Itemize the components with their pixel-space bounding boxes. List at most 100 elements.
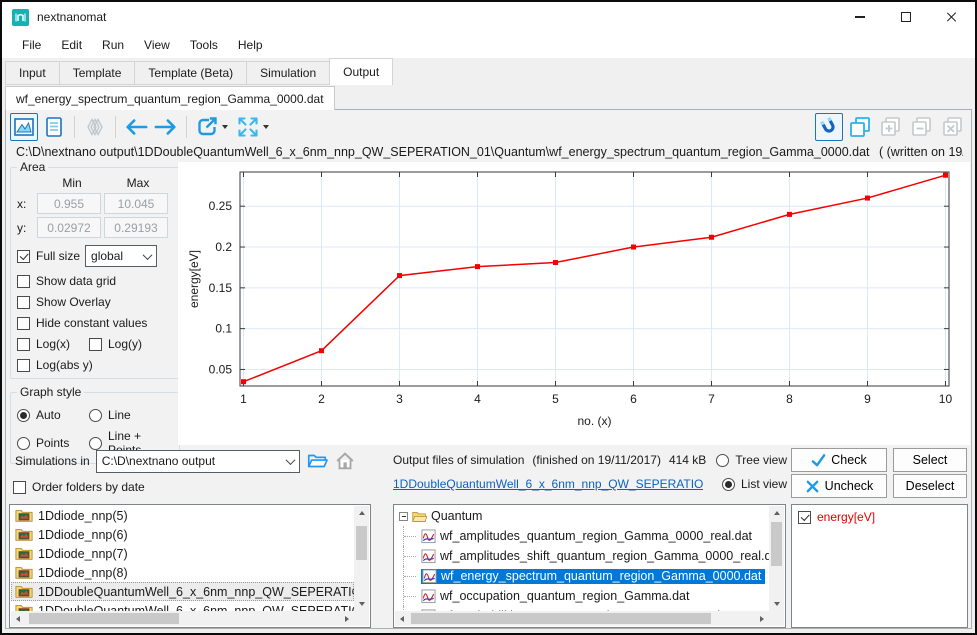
scroll-down-icon[interactable]: [769, 597, 784, 611]
dropdown-caret-icon[interactable]: [222, 125, 228, 129]
checkbox-show-overlay[interactable]: Show Overlay: [17, 295, 111, 309]
folder-name: 1Ddiode_nnp(7): [38, 547, 128, 561]
deselect-button[interactable]: Deselect: [893, 474, 967, 498]
vertical-scrollbar[interactable]: [354, 506, 369, 611]
next-file-button[interactable]: [152, 113, 180, 141]
toolbar: [10, 112, 967, 142]
order-folders-checkbox[interactable]: Order folders by date: [13, 480, 145, 494]
snap-button[interactable]: [815, 113, 843, 141]
scroll-thumb[interactable]: [356, 526, 367, 560]
chart-file-icon: [422, 569, 437, 584]
series-item[interactable]: energy[eV]: [793, 506, 966, 526]
tab-output[interactable]: Output: [329, 58, 393, 85]
menu-file[interactable]: File: [12, 34, 51, 56]
full-size-select[interactable]: global: [85, 245, 157, 267]
horizontal-scrollbar[interactable]: [395, 611, 769, 626]
y-max-input[interactable]: [104, 217, 168, 238]
tab-input[interactable]: Input: [5, 61, 59, 85]
tab-template-beta[interactable]: Template (Beta): [134, 61, 246, 85]
full-size-checkbox[interactable]: Full size: [17, 249, 80, 263]
scroll-down-icon[interactable]: [354, 597, 369, 611]
file-name: wf_amplitudes_quantum_region_Gamma_0000_…: [440, 529, 752, 543]
tree-expander[interactable]: [399, 512, 408, 521]
full-size-value: global: [91, 249, 123, 263]
arrow-left-icon: [124, 115, 148, 139]
folder-item[interactable]: 1DDoubleQuantumWell_6_x_6nm_nnp_QW_SEPER…: [11, 601, 354, 611]
svg-text:7: 7: [708, 392, 715, 406]
output-file-tree[interactable]: Quantum wf_amplitudes_quantum_region_Gamm…: [393, 504, 786, 628]
list-view-radio[interactable]: List view: [722, 477, 787, 491]
maximize-button[interactable]: [883, 2, 929, 32]
scroll-up-icon[interactable]: [769, 506, 784, 520]
tree-file-row[interactable]: wf_occupation_quantum_region_Gamma.dat: [395, 586, 769, 606]
simulation-folder-icon: [15, 527, 33, 542]
uncheck-button[interactable]: Uncheck: [791, 474, 887, 498]
svg-text:9: 9: [864, 392, 871, 406]
data-view-button[interactable]: [40, 113, 68, 141]
checkbox-hide-constant-values[interactable]: Hide constant values: [17, 316, 147, 330]
checkbox-box: [89, 338, 102, 351]
y-min-input[interactable]: [37, 217, 101, 238]
horizontal-scrollbar[interactable]: [11, 611, 354, 626]
svg-text:0.25: 0.25: [209, 199, 233, 213]
tree-file-row[interactable]: wf_amplitudes_quantum_region_Gamma_0000_…: [395, 526, 769, 546]
menu-tools[interactable]: Tools: [180, 34, 228, 56]
tree-view-radio[interactable]: Tree view: [716, 453, 787, 467]
folder-item[interactable]: 1Ddiode_nnp(6): [11, 525, 354, 544]
x-max-input[interactable]: [104, 193, 168, 214]
scroll-right-icon[interactable]: [755, 611, 769, 626]
scroll-up-icon[interactable]: [354, 506, 369, 520]
tree-connector: [403, 526, 421, 546]
radio-line[interactable]: Line: [89, 408, 131, 422]
vertical-scrollbar[interactable]: [769, 506, 784, 611]
menu-view[interactable]: View: [134, 34, 180, 56]
dropdown-caret-icon[interactable]: [263, 125, 269, 129]
simulation-folder-list[interactable]: 1Ddiode_nnp(5)1Ddiode_nnp(6) 1Ddiode_nnp(…: [9, 504, 371, 628]
folder-item[interactable]: 1Ddiode_nnp(8): [11, 563, 354, 582]
check-button[interactable]: Check: [791, 448, 887, 472]
file-tab[interactable]: wf_energy_spectrum_quantum_region_Gamma_…: [5, 86, 335, 110]
x-min-input[interactable]: [37, 193, 101, 214]
energy-spectrum-chart[interactable]: 123456789100.050.10.150.20.25no. (x)ener…: [178, 162, 970, 445]
scroll-thumb[interactable]: [771, 522, 782, 566]
simulation-folder-icon: [15, 546, 33, 561]
previous-file-button[interactable]: [122, 113, 150, 141]
folder-item[interactable]: 1Ddiode_nnp(7): [11, 544, 354, 563]
tree-file-row[interactable]: wf_energy_spectrum_quantum_region_Gamma_…: [395, 566, 769, 586]
browse-folder-icon[interactable]: [306, 450, 328, 472]
fit-view-button[interactable]: [234, 113, 273, 141]
folder-item[interactable]: 1DDoubleQuantumWell_6_x_6nm_nnp_QW_SEPER…: [11, 582, 354, 601]
menu-run[interactable]: Run: [92, 34, 134, 56]
menu-help[interactable]: Help: [228, 34, 273, 56]
close-button[interactable]: [929, 2, 975, 32]
scroll-thumb[interactable]: [411, 613, 711, 624]
graph-view-button[interactable]: [10, 113, 38, 141]
checkbox-log-abs-y[interactable]: Log(abs y): [17, 358, 93, 372]
tab-template[interactable]: Template: [59, 61, 135, 85]
simulation-folder-select[interactable]: C:\D\nextnano output: [96, 450, 300, 473]
series-checklist[interactable]: energy[eV]: [791, 504, 968, 628]
minimize-button[interactable]: [837, 2, 883, 32]
radio-auto[interactable]: Auto: [17, 408, 89, 422]
scroll-right-icon[interactable]: [340, 611, 354, 626]
file-size: 414 kB: [669, 453, 706, 467]
menu-edit[interactable]: Edit: [51, 34, 92, 56]
export-button[interactable]: [193, 113, 232, 141]
scroll-left-icon[interactable]: [395, 611, 409, 626]
simulation-link[interactable]: 1DDoubleQuantumWell_6_x_6nm_nnp_QW_SEPER…: [393, 477, 703, 491]
checkbox-show-data-grid[interactable]: Show data grid: [17, 274, 116, 288]
home-icon[interactable]: [334, 450, 356, 472]
tree-file-row[interactable]: wf_amplitudes_shift_quantum_region_Gamma…: [395, 546, 769, 566]
scroll-left-icon[interactable]: [11, 611, 25, 626]
simulations-in-label: Simulations in: [15, 454, 90, 468]
svg-text:0.1: 0.1: [215, 322, 232, 336]
folder-item[interactable]: 1Ddiode_nnp(5): [11, 506, 354, 525]
scroll-thumb[interactable]: [29, 613, 179, 624]
copy-chart-button[interactable]: [846, 113, 874, 141]
select-button[interactable]: Select: [893, 448, 967, 472]
tab-simulation[interactable]: Simulation: [246, 61, 329, 85]
checkbox-log-x[interactable]: Log(x): [17, 337, 89, 351]
series-label: energy[eV]: [817, 510, 875, 524]
tree-root-row[interactable]: Quantum: [395, 506, 769, 526]
checkbox-log-y[interactable]: Log(y): [89, 337, 142, 351]
